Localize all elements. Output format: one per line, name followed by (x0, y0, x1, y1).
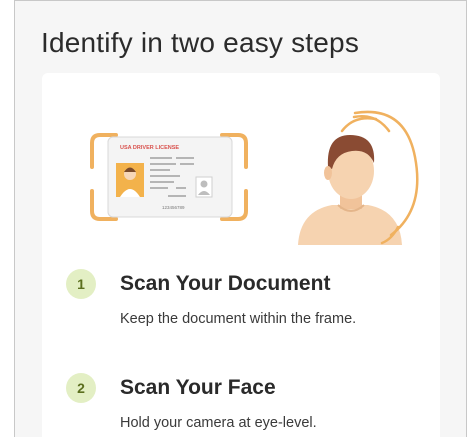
card-header: USA DRIVER LICENSE (120, 145, 179, 151)
id-verification-illustration: USA DRIVER LICENSE 123456789 (90, 110, 419, 245)
step-title: Scan Your Face (120, 376, 276, 399)
card-number: 123456789 (162, 205, 185, 210)
onboarding-panel: Identify in two easy steps USA DRIVER LI… (14, 0, 467, 437)
step-description: Hold your camera at eye-level. (120, 415, 317, 431)
step-number-badge: 2 (66, 373, 96, 403)
driver-license-card: USA DRIVER LICENSE 123456789 (107, 136, 233, 218)
step-title: Scan Your Document (120, 272, 331, 295)
page-title: Identify in two easy steps (41, 27, 360, 58)
steps-card: USA DRIVER LICENSE 123456789 1 Scan Your… (42, 73, 440, 437)
person-figure (298, 135, 402, 245)
step-description: Keep the document within the frame. (120, 311, 357, 327)
step-number-badge: 1 (66, 269, 96, 299)
